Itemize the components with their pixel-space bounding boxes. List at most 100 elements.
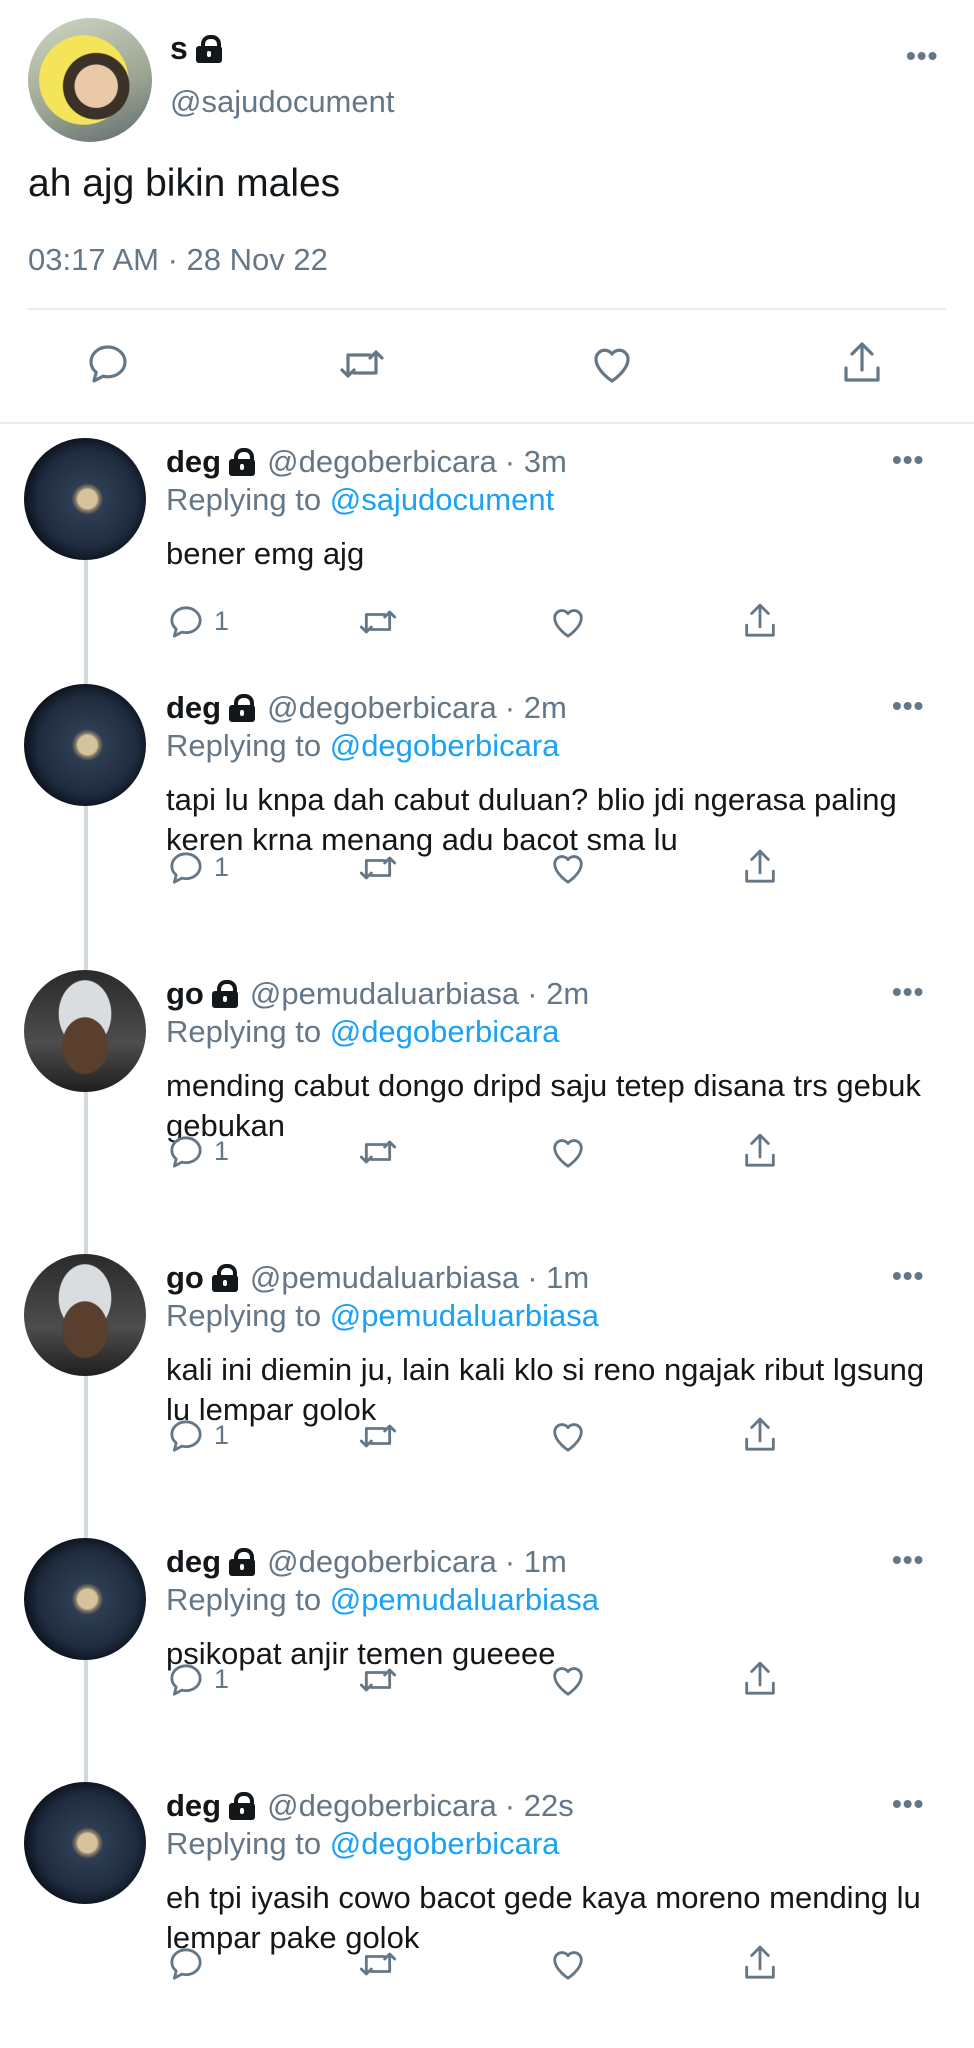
reply-actions: 1 — [0, 1660, 974, 1710]
reply-time: · 22s — [504, 1788, 574, 1823]
replying-to-label: Replying to — [166, 482, 322, 517]
replying-to: Replying to @degoberbicara — [166, 1826, 559, 1862]
reply-bubble-icon[interactable] — [166, 602, 206, 642]
reply-time: · 3m — [504, 444, 567, 479]
reply-time: · 2m — [504, 690, 567, 725]
author-name[interactable]: deg — [166, 444, 221, 480]
mention-link[interactable]: @pemudaluarbiasa — [330, 1298, 599, 1333]
reply-bubble-icon[interactable] — [166, 1944, 206, 1984]
replying-to-label: Replying to — [166, 1014, 322, 1049]
retweet-icon[interactable] — [356, 1132, 400, 1172]
author-name[interactable]: go — [166, 976, 204, 1012]
heart-icon[interactable] — [548, 1416, 588, 1456]
reply-bubble-icon[interactable] — [84, 340, 132, 388]
reply-time: · 1m — [504, 1544, 567, 1579]
replying-to-label: Replying to — [166, 1298, 322, 1333]
reply-time: · 1m — [527, 1260, 590, 1295]
replying-to: Replying to @degoberbicara — [166, 1014, 559, 1050]
author-handle[interactable]: @degoberbicara — [267, 690, 497, 726]
replying-to-label: Replying to — [166, 1826, 322, 1861]
retweet-icon[interactable] — [356, 1944, 400, 1984]
heart-icon[interactable] — [548, 848, 588, 888]
share-icon[interactable] — [740, 1658, 780, 1700]
share-icon[interactable] — [740, 1942, 780, 1984]
reply-bubble-icon[interactable] — [166, 1416, 206, 1456]
lock-icon — [229, 1548, 256, 1576]
mention-link[interactable]: @pemudaluarbiasa — [330, 1582, 599, 1617]
share-icon[interactable] — [740, 1414, 780, 1456]
author-name[interactable]: deg — [166, 690, 221, 726]
retweet-icon[interactable] — [356, 1660, 400, 1700]
author-handle[interactable]: @pemudaluarbiasa — [250, 1260, 519, 1296]
more-dots-icon[interactable]: ••• — [892, 1262, 924, 1290]
divider — [0, 422, 974, 424]
lock-icon — [229, 448, 256, 476]
author-name[interactable]: deg — [166, 1788, 221, 1824]
share-icon[interactable] — [740, 846, 780, 888]
avatar[interactable] — [24, 438, 146, 560]
more-dots-icon[interactable]: ••• — [892, 446, 924, 474]
replying-to: Replying to @pemudaluarbiasa — [166, 1298, 599, 1334]
avatar[interactable] — [24, 1538, 146, 1660]
share-icon[interactable] — [838, 338, 886, 388]
replying-to-label: Replying to — [166, 728, 322, 763]
share-icon[interactable] — [740, 1130, 780, 1172]
author-row: s — [170, 30, 222, 67]
reply-header: deg @degoberbicara · 1m — [166, 1544, 567, 1580]
reply-header: deg @degoberbicara · 22s — [166, 1788, 574, 1824]
avatar[interactable] — [24, 970, 146, 1092]
reply-tweet[interactable]: deg @degoberbicara · 1m ••• Replying to … — [0, 1538, 974, 1778]
retweet-icon[interactable] — [356, 1416, 400, 1456]
author-name[interactable]: deg — [166, 1544, 221, 1580]
reply-bubble-icon[interactable] — [166, 848, 206, 888]
reply-bubble-icon[interactable] — [166, 1660, 206, 1700]
mention-link[interactable]: @degoberbicara — [330, 1014, 560, 1049]
heart-icon[interactable] — [548, 602, 588, 642]
reply-bubble-icon[interactable] — [166, 1132, 206, 1172]
more-dots-icon[interactable]: ••• — [892, 692, 924, 720]
more-dots-icon[interactable]: ••• — [892, 1790, 924, 1818]
more-dots-icon[interactable]: ••• — [892, 1546, 924, 1574]
reply-header: deg @degoberbicara · 2m — [166, 690, 567, 726]
more-dots-icon[interactable]: ••• — [906, 42, 938, 70]
reply-actions — [0, 1944, 974, 1994]
author-name[interactable]: go — [166, 1260, 204, 1296]
tweet-timestamp: 03:17 AM · 28 Nov 22 — [28, 242, 328, 277]
avatar[interactable] — [24, 1254, 146, 1376]
reply-actions: 1 — [0, 1416, 974, 1466]
heart-icon[interactable] — [588, 340, 636, 388]
heart-icon[interactable] — [548, 1944, 588, 1984]
share-icon[interactable] — [740, 600, 780, 642]
mention-link[interactable]: @sajudocument — [330, 482, 554, 517]
heart-icon[interactable] — [548, 1660, 588, 1700]
author-handle[interactable]: @pemudaluarbiasa — [250, 976, 519, 1012]
avatar[interactable] — [24, 1782, 146, 1904]
avatar[interactable] — [28, 18, 152, 142]
lock-icon — [211, 980, 238, 1008]
reply-time: · 2m — [527, 976, 590, 1011]
main-tweet: s @sajudocument ••• ah ajg bikin males 0… — [0, 0, 974, 424]
retweet-icon[interactable] — [336, 340, 388, 388]
mention-link[interactable]: @degoberbicara — [330, 1826, 560, 1861]
avatar[interactable] — [24, 684, 146, 806]
more-dots-icon[interactable]: ••• — [892, 978, 924, 1006]
reply-actions: 1 — [0, 1132, 974, 1182]
reply-count: 1 — [214, 1136, 230, 1166]
author-handle[interactable]: @degoberbicara — [267, 444, 497, 480]
retweet-icon[interactable] — [356, 602, 400, 642]
reply-count: 1 — [214, 852, 230, 882]
heart-icon[interactable] — [548, 1132, 588, 1172]
reply-header: go @pemudaluarbiasa · 1m — [166, 1260, 589, 1296]
reply-count: 1 — [214, 1664, 230, 1694]
reply-header: go @pemudaluarbiasa · 2m — [166, 976, 589, 1012]
author-name[interactable]: s — [170, 30, 188, 67]
reply-actions: 1 — [0, 848, 974, 898]
lock-icon — [195, 34, 222, 63]
mention-link[interactable]: @degoberbicara — [330, 728, 560, 763]
author-handle[interactable]: @sajudocument — [170, 84, 394, 120]
lock-icon — [229, 694, 256, 722]
author-handle[interactable]: @degoberbicara — [267, 1788, 497, 1824]
author-handle[interactable]: @degoberbicara — [267, 1544, 497, 1580]
retweet-icon[interactable] — [356, 848, 400, 888]
reply-text: bener emg ajg — [166, 536, 365, 571]
